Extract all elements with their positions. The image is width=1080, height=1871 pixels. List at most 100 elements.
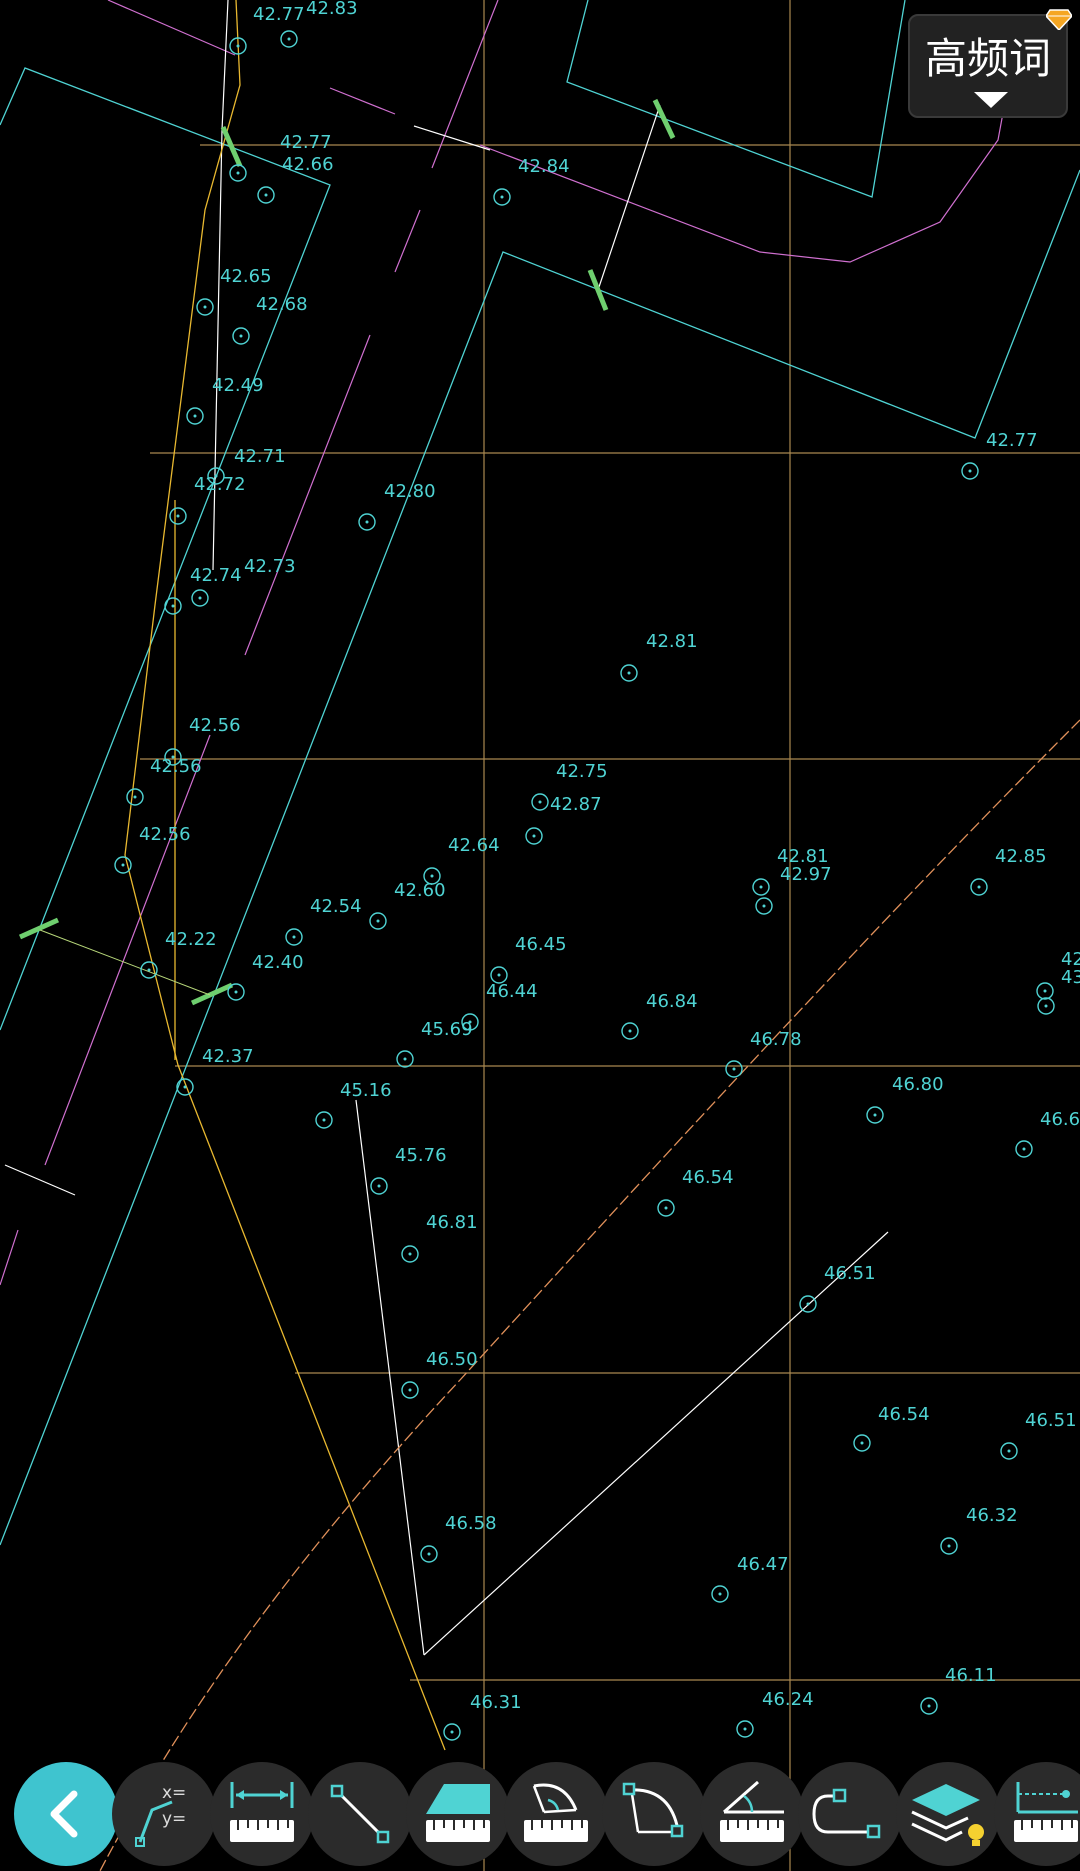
elevation-label: 42.56 xyxy=(189,715,241,736)
survey-point-center xyxy=(236,44,240,48)
elevation-label: 42.72 xyxy=(194,474,246,495)
layers-tool-button[interactable] xyxy=(896,1762,1000,1866)
elevation-label: 46.51 xyxy=(824,1263,876,1284)
grid-lines xyxy=(140,0,1080,1871)
area-ruler-icon xyxy=(426,1784,490,1842)
elevation-label: 42.73 xyxy=(244,556,296,577)
survey-point-center xyxy=(627,671,631,675)
survey-point-center xyxy=(239,334,243,338)
elevation-label: 42.77 xyxy=(280,132,332,153)
survey-point-center xyxy=(628,1029,632,1033)
elevation-label: 46.84 xyxy=(646,991,698,1012)
survey-point-center xyxy=(732,1067,736,1071)
elevation-label: 46.80 xyxy=(892,1074,944,1095)
survey-point-center xyxy=(1007,1449,1011,1453)
survey-point-center xyxy=(171,604,175,608)
elevation-label: 42.77 xyxy=(253,4,305,25)
angle-ruler-icon xyxy=(720,1780,784,1842)
elevation-label: 46.31 xyxy=(470,1692,522,1713)
survey-point-center xyxy=(183,1085,187,1089)
survey-point-center xyxy=(759,885,763,889)
angle-tool-button[interactable] xyxy=(700,1762,804,1866)
survey-point-center xyxy=(497,973,501,977)
green-marks xyxy=(18,98,676,1006)
survey-point-center xyxy=(427,1552,431,1556)
survey-point-center xyxy=(947,1544,951,1548)
survey-point-center xyxy=(968,469,972,473)
elevation-label: 42.54 xyxy=(310,896,362,917)
survey-point-center xyxy=(743,1727,747,1731)
back-button[interactable] xyxy=(14,1762,118,1866)
keyword-dropdown-button[interactable]: 高频词 xyxy=(908,9,1072,118)
survey-point-center xyxy=(376,919,380,923)
elevation-label: 42.87 xyxy=(550,794,602,815)
survey-point-center xyxy=(806,1302,810,1306)
elevation-label: 42.75 xyxy=(556,761,608,782)
elevation-label: 42.77 xyxy=(986,430,1038,451)
xy-label-y: y= xyxy=(162,1809,186,1829)
arc-angle-icon xyxy=(524,1783,588,1842)
elevation-label: 42.49 xyxy=(212,375,264,396)
elevation-label: 46.47 xyxy=(737,1554,789,1575)
elevation-label: 42.81 xyxy=(646,631,698,652)
elevation-label: 42.83 xyxy=(306,0,358,19)
elevation-label: 42.22 xyxy=(165,929,217,950)
boundary-line xyxy=(124,0,446,1751)
survey-point-center xyxy=(538,800,542,804)
survey-point-center xyxy=(198,596,202,600)
line-segment-icon xyxy=(330,1784,390,1844)
survey-point-center xyxy=(176,514,180,518)
survey-point-center xyxy=(1022,1147,1026,1151)
elevation-label: 42.64 xyxy=(448,835,500,856)
elevation-label: 42.40 xyxy=(252,952,304,973)
survey-point-center xyxy=(500,195,504,199)
survey-point-center xyxy=(762,904,766,908)
elevation-label: 46.44 xyxy=(486,981,538,1002)
elevation-label: 46.54 xyxy=(878,1404,930,1425)
distance-tool-button[interactable] xyxy=(210,1762,314,1866)
elevation-label: 42.80 xyxy=(384,481,436,502)
survey-point-center xyxy=(121,863,125,867)
elevation-label: 43 xyxy=(1061,967,1080,988)
axis-measure-tool-button[interactable] xyxy=(994,1762,1080,1866)
elevation-label: 45.69 xyxy=(421,1019,473,1040)
cad-drawing-canvas[interactable]: 42.77 42.8342.7742.66 42.8442.6542.6842.49… xyxy=(0,0,1080,1871)
elevation-label: 42.65 xyxy=(220,266,272,287)
survey-point-center xyxy=(287,37,291,41)
survey-point-center xyxy=(264,193,268,197)
survey-point-center xyxy=(977,885,981,889)
elevation-label: 42.56 xyxy=(139,824,191,845)
survey-point-center xyxy=(860,1441,864,1445)
area-tool-button[interactable] xyxy=(406,1762,510,1866)
elevation-label: 42.74 xyxy=(190,565,242,586)
arc-tool-button[interactable] xyxy=(602,1762,706,1866)
xy-label-x: x= xyxy=(162,1783,186,1803)
elevation-label: 46.32 xyxy=(966,1505,1018,1526)
arc-icon xyxy=(622,1782,684,1838)
survey-point-center xyxy=(430,874,434,878)
arc-angle-tool-button[interactable] xyxy=(504,1762,608,1866)
elevation-label: 46.51 xyxy=(1025,1410,1077,1431)
survey-point-center xyxy=(377,1184,381,1188)
survey-point-center xyxy=(403,1057,407,1061)
coordinate-tool-button[interactable]: x= y= xyxy=(112,1762,216,1866)
survey-point-center xyxy=(322,1118,326,1122)
chevron-down-icon xyxy=(974,92,1008,108)
survey-point-center xyxy=(1043,989,1047,993)
elevation-label: 46.78 xyxy=(750,1029,802,1050)
elevation-label: 46.50 xyxy=(426,1349,478,1370)
survey-points xyxy=(114,30,1055,1741)
survey-point-center xyxy=(193,414,197,418)
path-tool-button[interactable] xyxy=(798,1762,902,1866)
elevation-label: 42.68 xyxy=(256,294,308,315)
survey-point-center xyxy=(408,1388,412,1392)
survey-point-center xyxy=(873,1113,877,1117)
line-tool-button[interactable] xyxy=(308,1762,412,1866)
survey-point-center xyxy=(203,305,207,309)
elevation-label: 42.56 xyxy=(150,756,202,777)
elevation-label: 46.54 xyxy=(682,1167,734,1188)
layers-icon xyxy=(911,1784,984,1846)
distance-ruler-icon xyxy=(230,1782,294,1842)
survey-point-center xyxy=(234,990,238,994)
survey-point-center xyxy=(1044,1004,1048,1008)
